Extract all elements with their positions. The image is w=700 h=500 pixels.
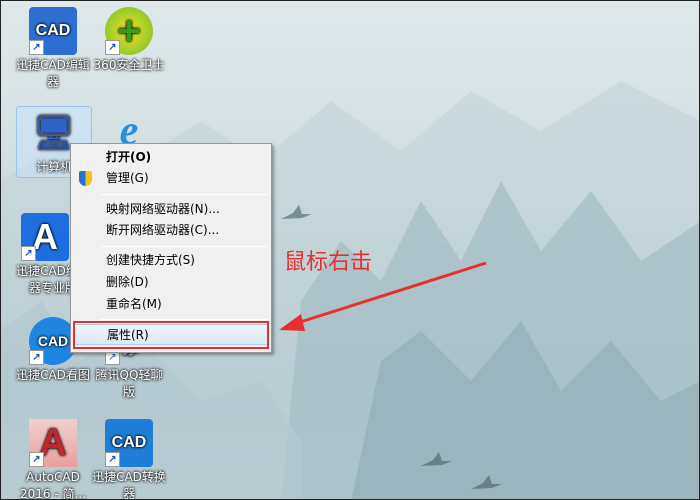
icon-glyph: CAD [111,434,147,451]
icon-label: AutoCAD 2016 - 简... [20,470,86,500]
icon-label: 迅捷CAD编辑器专业版 [16,264,75,295]
menu-item-delete[interactable]: 删除(D) [73,272,269,293]
desktop-icon-autocad[interactable]: A ↗ AutoCAD 2016 - 简... [15,417,91,500]
shortcut-arrow-icon: ↗ [21,246,36,261]
menu-item-disconnect-network-drive[interactable]: 断开网络驱动器(C)... [73,220,269,241]
icon-label: 迅捷CAD看图 [16,368,90,382]
menu-item-map-network-drive[interactable]: 映射网络驱动器(N)... [73,199,269,220]
shortcut-arrow-icon: ↗ [105,452,120,467]
icon-label: 迅捷CAD转换器 [92,470,166,500]
icon-glyph: CAD [37,333,69,349]
autocad-icon: A ↗ [29,419,77,467]
icon-glyph: CAD [35,22,71,39]
menu-item-open[interactable]: 打开(O) [73,147,269,168]
360-security-icon: + ↗ [105,7,153,55]
cad-converter-icon: CAD ↗ [105,419,153,467]
desktop-icon-cad-editor[interactable]: CAD ↗ 迅捷CAD编辑器 [15,5,91,91]
desktop-icon-cad-editor-pro[interactable]: A↗ 迅捷CAD编辑器专业版 [15,211,75,297]
menu-separator [101,246,268,247]
icon-label: 360安全卫士 [93,58,165,72]
desktop-icon-360[interactable]: + ↗ 360安全卫士 [91,5,167,74]
uac-shield-icon [79,171,92,186]
icon-label: 腾讯QQ轻聊版 [95,368,163,399]
cad-pro-icon: A ↗ [21,213,69,261]
menu-item-rename[interactable]: 重命名(M) [73,294,269,315]
menu-item-create-shortcut[interactable]: 创建快捷方式(S) [73,250,269,271]
cad-editor-icon: CAD ↗ [29,7,77,55]
menu-separator [101,194,268,195]
menu-item-label: 管理(G) [106,171,149,185]
shortcut-arrow-icon: ↗ [29,452,44,467]
desktop-icon-cad-converter[interactable]: CAD ↗ 迅捷CAD转换器 [91,417,167,500]
desktop: CAD ↗ 迅捷CAD编辑器 + ↗ 360安全卫士 🖥 计算机 e A ↗ 迅捷CA… [0,0,700,500]
shortcut-arrow-icon: ↗ [29,350,44,365]
highlight-box [73,321,269,349]
shortcut-arrow-icon: ↗ [29,40,44,55]
menu-separator [101,319,268,320]
menu-item-manage[interactable]: 管理(G) [73,168,269,189]
icon-glyph: + [117,9,141,53]
annotation-text: 鼠标右击 [284,250,373,275]
icon-label: 迅捷CAD编辑器 [16,58,90,89]
shortcut-arrow-icon: ↗ [105,40,120,55]
